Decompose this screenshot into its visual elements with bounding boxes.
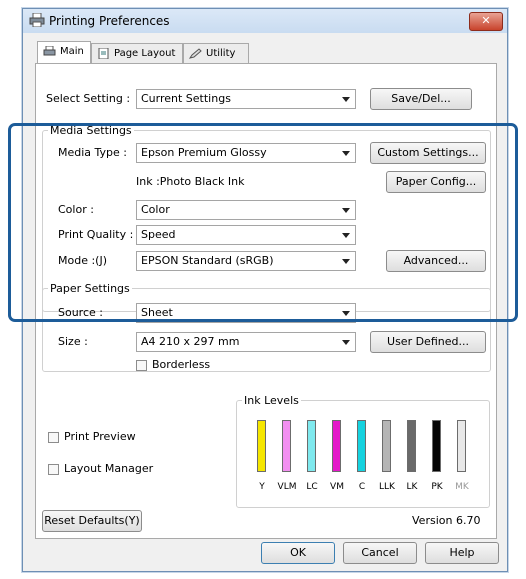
- select-setting-combo[interactable]: Current Settings: [136, 89, 356, 109]
- ok-button[interactable]: OK: [261, 542, 335, 564]
- ink-bar-lk: [407, 420, 416, 472]
- layout-manager-label: Layout Manager: [64, 462, 154, 475]
- ink-bar-vm: [332, 420, 341, 472]
- tab-page-layout[interactable]: Page Layout: [91, 43, 183, 63]
- ink-levels-area: Y VLM LC VM C LLK LK PK MK: [250, 416, 480, 500]
- ink-label-lk: LK: [406, 482, 418, 492]
- ink-label-y: Y: [259, 482, 265, 492]
- callout-highlight-box: [8, 123, 518, 322]
- ink-levels-title: Ink Levels: [242, 394, 301, 407]
- ink-label-vlm: VLM: [277, 482, 297, 492]
- ink-label-vm: VM: [330, 482, 344, 492]
- save-del-button[interactable]: Save/Del...: [370, 88, 472, 110]
- window-title: Printing Preferences: [49, 14, 170, 28]
- ink-fill-lc: [308, 421, 315, 471]
- layout-manager-checkbox[interactable]: [48, 464, 59, 475]
- help-button[interactable]: Help: [425, 542, 499, 564]
- page-layout-icon: [98, 48, 109, 59]
- cancel-button[interactable]: Cancel: [343, 542, 417, 564]
- ink-fill-lk: [408, 421, 415, 471]
- ink-fill-y: [258, 421, 265, 471]
- select-setting-label: Select Setting :: [46, 92, 131, 105]
- ink-label-mk: MK: [455, 482, 469, 492]
- tab-utility[interactable]: Utility: [183, 43, 249, 63]
- reset-defaults-button[interactable]: Reset Defaults(Y): [42, 510, 142, 532]
- close-button[interactable]: ✕: [469, 12, 503, 31]
- ink-fill-vlm: [283, 421, 290, 471]
- tab-main[interactable]: Main: [37, 41, 91, 64]
- borderless-label: Borderless: [152, 358, 211, 371]
- user-defined-button[interactable]: User Defined...: [370, 331, 486, 353]
- borderless-checkbox[interactable]: [136, 360, 147, 371]
- utility-pencil-icon: [189, 48, 202, 59]
- ink-fill-llk: [383, 421, 390, 471]
- size-label: Size :: [58, 335, 88, 348]
- ink-bar-lc: [307, 420, 316, 472]
- ink-label-llk: LLK: [379, 482, 395, 492]
- print-preview-checkbox[interactable]: [48, 432, 59, 443]
- ink-bar-mk: [457, 420, 466, 472]
- printer-icon: [29, 13, 45, 27]
- ink-fill-vm: [333, 421, 340, 471]
- ink-fill-pk: [433, 421, 440, 471]
- size-combo[interactable]: A4 210 x 297 mm: [136, 332, 356, 352]
- chevron-down-icon: [342, 340, 350, 345]
- ink-fill-c: [358, 421, 365, 471]
- print-preview-label: Print Preview: [64, 430, 136, 443]
- ink-bar-llk: [382, 420, 391, 472]
- tab-main-label: Main: [60, 46, 84, 57]
- version-text: Version 6.70: [412, 514, 481, 527]
- select-setting-value: Current Settings: [141, 92, 231, 105]
- ink-bar-y: [257, 420, 266, 472]
- tab-page-layout-label: Page Layout: [114, 48, 176, 59]
- printer-icon: [43, 46, 56, 56]
- chevron-down-icon: [342, 97, 350, 102]
- ink-fill-mk: [458, 421, 465, 471]
- ink-label-pk: PK: [431, 482, 443, 492]
- ink-label-lc: LC: [306, 482, 318, 492]
- title-bar: Printing Preferences ✕: [23, 9, 507, 33]
- ink-label-c: C: [358, 482, 366, 492]
- size-value: A4 210 x 297 mm: [141, 335, 240, 348]
- ink-bar-vlm: [282, 420, 291, 472]
- ink-bar-pk: [432, 420, 441, 472]
- ink-bar-c: [357, 420, 366, 472]
- tab-utility-label: Utility: [206, 48, 236, 59]
